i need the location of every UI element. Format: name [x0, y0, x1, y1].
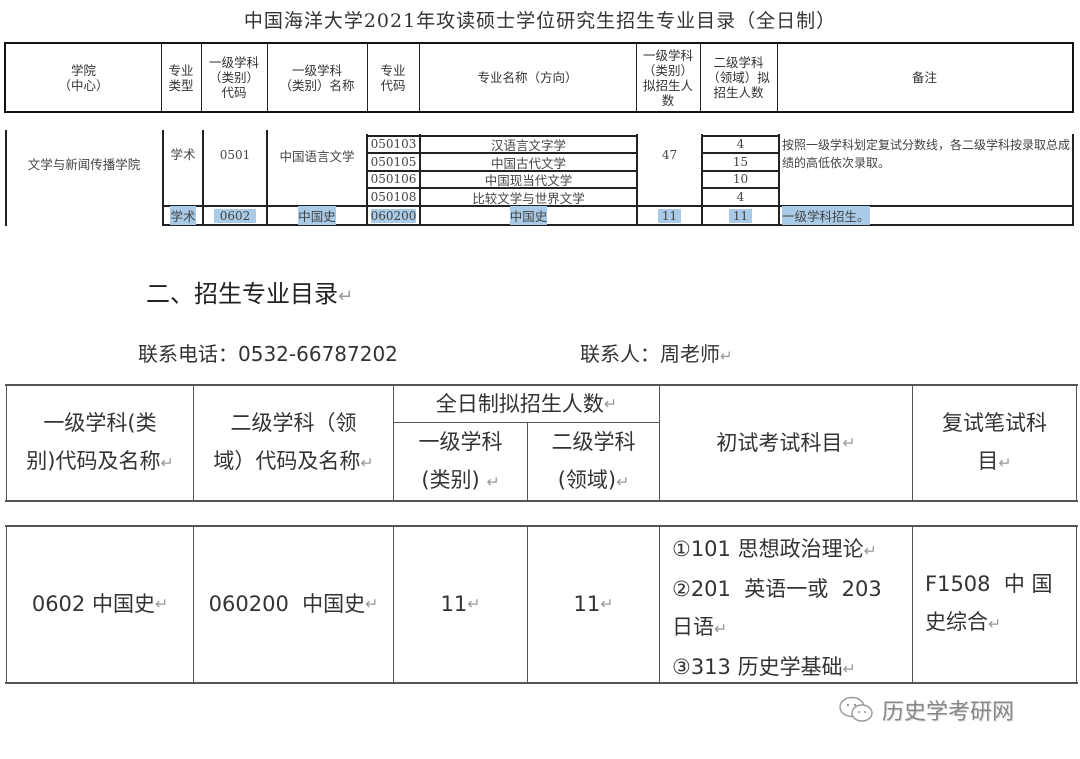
header-quota-second: 二级学科 (领域)↵ — [551, 429, 636, 492]
cell-quota-second: 11 ↵ — [573, 592, 614, 616]
divider — [1076, 384, 1077, 501]
cell-second-subject: 060200 中国史 ↵ — [208, 592, 379, 616]
header-second-subject: 二级学科（领 域）代码及名称↵ — [213, 410, 374, 473]
divider — [659, 525, 660, 683]
exam-table: 一级学科(类 别)代码及名称↵ 二级学科（领 域）代码及名称↵ 全日制拟招生人数… — [0, 0, 1080, 759]
divider — [912, 525, 913, 683]
cell-retest-exam: F1508 中 国 史综合↵ — [925, 572, 1053, 634]
header-initial-exam: 初试考试科目 ↵ — [716, 430, 856, 455]
header-quota-first: 一级学科 (类别) ↵ — [418, 429, 503, 492]
header-quota-group: 全日制拟招生人数 ↵ — [435, 391, 618, 416]
wechat-icon — [839, 696, 873, 722]
cell-first-subject: 0602 中国史 ↵ — [31, 592, 169, 616]
watermark: 历史学考研网 — [838, 694, 1014, 726]
divider — [1076, 525, 1077, 683]
divider — [5, 682, 1078, 684]
cell-quota-first: 11 ↵ — [440, 592, 481, 616]
header-first-subject: 一级学科(类 别)代码及名称↵ — [26, 410, 174, 473]
cell-initial-exam: ①101 思想政治理论↵ ②201 英语一或 203 日语↵ ③313 历史学基… — [672, 537, 882, 679]
header-retest-exam: 复试笔试科 目↵ — [942, 410, 1047, 473]
divider — [5, 500, 1078, 502]
